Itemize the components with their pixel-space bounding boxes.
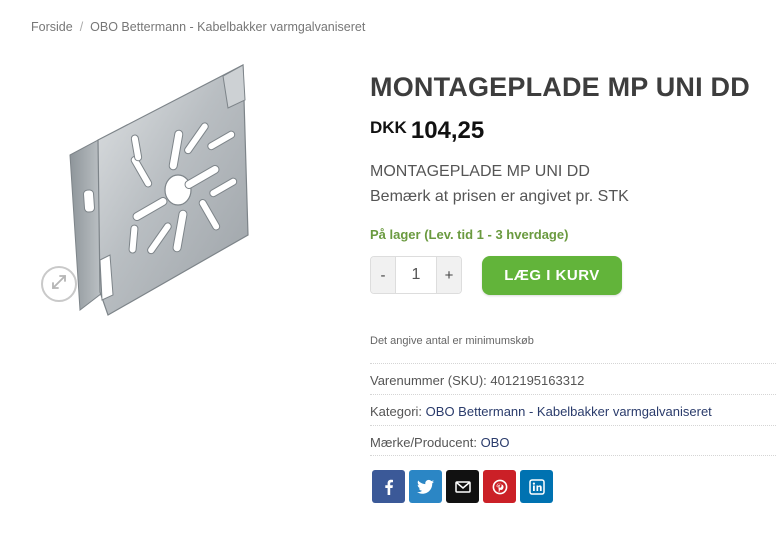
sku-row: Varenummer (SKU): 4012195163312: [370, 363, 776, 394]
brand-row: Mærke/Producent: OBO: [370, 425, 776, 456]
breadcrumb-separator: /: [79, 20, 84, 34]
product-page: Forside / OBO Bettermann - Kabelbakker var…: [0, 0, 776, 557]
share-twitter-button[interactable]: [409, 470, 442, 503]
linkedin-icon: [528, 478, 545, 495]
share-facebook-button[interactable]: [372, 470, 405, 503]
price-amount: 104,25: [410, 117, 485, 144]
breadcrumb-category[interactable]: OBO Bettermann - Kabelbakker varmgalvani…: [90, 20, 365, 34]
quantity-stepper: - 1 +: [370, 256, 462, 294]
description-line-1: MONTAGEPLADE MP UNI DD: [370, 163, 590, 180]
quantity-minus-button[interactable]: -: [371, 257, 395, 293]
sku-label: Varenummer (SKU):: [370, 373, 487, 388]
quantity-plus-button[interactable]: +: [437, 257, 461, 293]
brand-link[interactable]: OBO: [481, 435, 510, 450]
breadcrumb: Forside / OBO Bettermann - Kabelbakker var…: [31, 20, 365, 34]
minimum-purchase-note: Det angive antal er minimumskøb: [370, 335, 534, 347]
share-pinterest-button[interactable]: [483, 470, 516, 503]
breadcrumb-home[interactable]: Forside: [31, 20, 73, 34]
facebook-icon: [384, 479, 393, 495]
category-link[interactable]: OBO Bettermann - Kabelbakker varmgalvani…: [426, 404, 712, 419]
price-currency: DKK: [370, 118, 407, 137]
share-buttons: [372, 470, 553, 503]
brand-label: Mærke/Producent:: [370, 435, 477, 450]
product-description: MONTAGEPLADE MP UNI DD Bemærk at prisen …: [370, 159, 629, 209]
pinterest-icon: [492, 479, 507, 494]
expand-icon: [50, 273, 68, 296]
category-label: Kategori:: [370, 404, 423, 419]
sku-value: 4012195163312: [490, 373, 585, 388]
quantity-input[interactable]: 1: [395, 257, 437, 293]
product-price: DKK 104,25: [370, 117, 484, 145]
zoom-button[interactable]: [41, 266, 77, 302]
share-email-button[interactable]: [446, 470, 479, 503]
twitter-icon: [417, 479, 434, 494]
add-to-cart-button[interactable]: LÆG I KURV: [482, 256, 622, 295]
category-row: Kategori: OBO Bettermann - Kabelbakker v…: [370, 394, 776, 425]
email-icon: [454, 480, 471, 493]
product-title: MONTAGEPLADE MP UNI DD: [370, 72, 750, 102]
share-linkedin-button[interactable]: [520, 470, 553, 503]
description-line-2: Bemærk at prisen er angivet pr. STK: [370, 188, 629, 205]
stock-status: På lager (Lev. tid 1 - 3 hverdage): [370, 227, 569, 242]
